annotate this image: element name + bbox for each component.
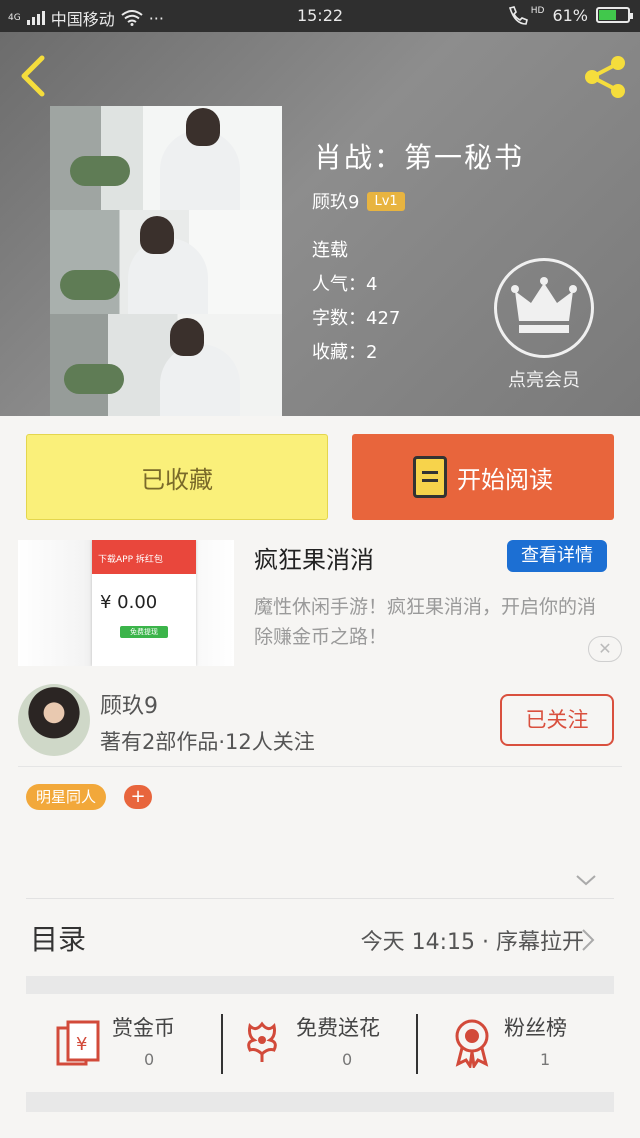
toc-latest-chapter[interactable]: 今天 14:15 · 序幕拉开 [361, 924, 584, 956]
collect-button[interactable]: 已收藏 [26, 434, 328, 520]
ad-card: 下载APP 拆红包 ¥ 0.00 免费提现 [92, 540, 196, 666]
collect-label: 已收藏 [141, 465, 213, 494]
battery-icon [596, 7, 633, 23]
reward-coins-label: 赏金币 [112, 1016, 175, 1040]
book-icon [413, 456, 447, 498]
fan-ranking-count: 1 [540, 1050, 551, 1069]
vip-button[interactable] [494, 258, 594, 358]
share-button[interactable] [580, 52, 630, 102]
book-author-row[interactable]: 顾玖9 Lv1 [312, 188, 405, 214]
cover-figure [160, 344, 240, 416]
follow-button[interactable]: 已关注 [500, 694, 614, 746]
book-word-count: 字数：427 [312, 308, 401, 329]
cover-head [170, 318, 204, 356]
book-favorites: 收藏：2 [312, 342, 378, 363]
section-separator [26, 1092, 614, 1112]
author-stats: 著有2部作品·12人关注 [100, 730, 315, 754]
chevron-right-icon[interactable] [578, 926, 598, 954]
send-flower-button[interactable]: 免费送花 0 [242, 1010, 412, 1074]
fan-ranking-label: 粉丝榜 [504, 1016, 567, 1040]
book-popularity: 人气：4 [312, 274, 378, 295]
ad-card-button: 免费提现 [120, 626, 168, 638]
ad-title[interactable]: 疯狂果消消 [254, 540, 374, 575]
avatar[interactable] [18, 684, 90, 756]
status-bar: 4G 中国移动 ··· 15:22 HD 61% [0, 0, 640, 32]
phone-hd-icon [508, 6, 528, 25]
section-separator [26, 976, 614, 994]
book-author[interactable]: 顾玖9 [312, 188, 359, 214]
reward-coins-count: 0 [144, 1050, 155, 1069]
flower-icon [247, 1021, 277, 1062]
cover-panel [50, 314, 282, 416]
start-reading-button[interactable]: 开始阅读 [352, 434, 614, 520]
add-tag-button[interactable]: + [124, 785, 152, 809]
crown-icon [511, 277, 577, 333]
red-envelope-icon: ¥ [56, 1020, 100, 1066]
cover-head [140, 216, 174, 254]
divider [18, 766, 622, 767]
ad-detail-button[interactable]: 查看详情 [507, 540, 607, 572]
book-status: 连载 [312, 240, 348, 261]
chevron-down-icon[interactable] [574, 868, 598, 892]
divider [26, 898, 614, 899]
send-flower-label: 免费送花 [296, 1016, 380, 1040]
author-name[interactable]: 顾玖9 [100, 688, 158, 720]
back-button[interactable] [18, 54, 58, 104]
book-title: 肖战：第一秘书 [314, 141, 525, 174]
book-header: 肖战：第一秘书 顾玖9 Lv1 连载 人气：4 字数：427 收藏：2 点亮会员 [0, 32, 640, 416]
start-reading-label: 开始阅读 [457, 465, 553, 494]
tag-item[interactable]: 明星同人 [26, 784, 107, 810]
divider [221, 1014, 223, 1074]
vip-label[interactable]: 点亮会员 [480, 366, 608, 392]
cover-panel [50, 210, 282, 328]
hd-label: HD [530, 6, 545, 16]
share-icon [585, 56, 625, 98]
cover-tree [70, 156, 130, 186]
book-cover[interactable] [50, 106, 282, 416]
ad-image[interactable]: 下载APP 拆红包 ¥ 0.00 免费提现 [18, 540, 234, 666]
ad-card-banner: 下载APP 拆红包 [92, 540, 196, 574]
chevron-left-icon [21, 55, 45, 97]
ad-description[interactable]: 魔性休闲手游！疯狂果消消，开启你的消除赚金币之路！ [254, 592, 614, 652]
reward-coins-button[interactable]: ¥ 赏金币 0 [56, 1010, 206, 1074]
clock: 15:22 [296, 6, 344, 25]
cover-tree [60, 270, 120, 300]
cover-head [186, 108, 220, 146]
ad-close-button[interactable]: ✕ [588, 636, 622, 662]
author-level-badge: Lv1 [367, 191, 405, 211]
send-flower-count: 0 [342, 1050, 353, 1069]
cover-tree [64, 364, 124, 394]
toc-title[interactable]: 目录 [30, 918, 86, 958]
medal-icon [455, 1019, 489, 1068]
svg-text:¥: ¥ [76, 1034, 87, 1055]
fan-ranking-button[interactable]: 粉丝榜 1 [450, 1010, 600, 1074]
ad-card-amount: ¥ 0.00 [100, 592, 158, 613]
divider [416, 1014, 418, 1074]
cover-panel [50, 106, 282, 220]
battery-percent: 61% [552, 5, 588, 25]
